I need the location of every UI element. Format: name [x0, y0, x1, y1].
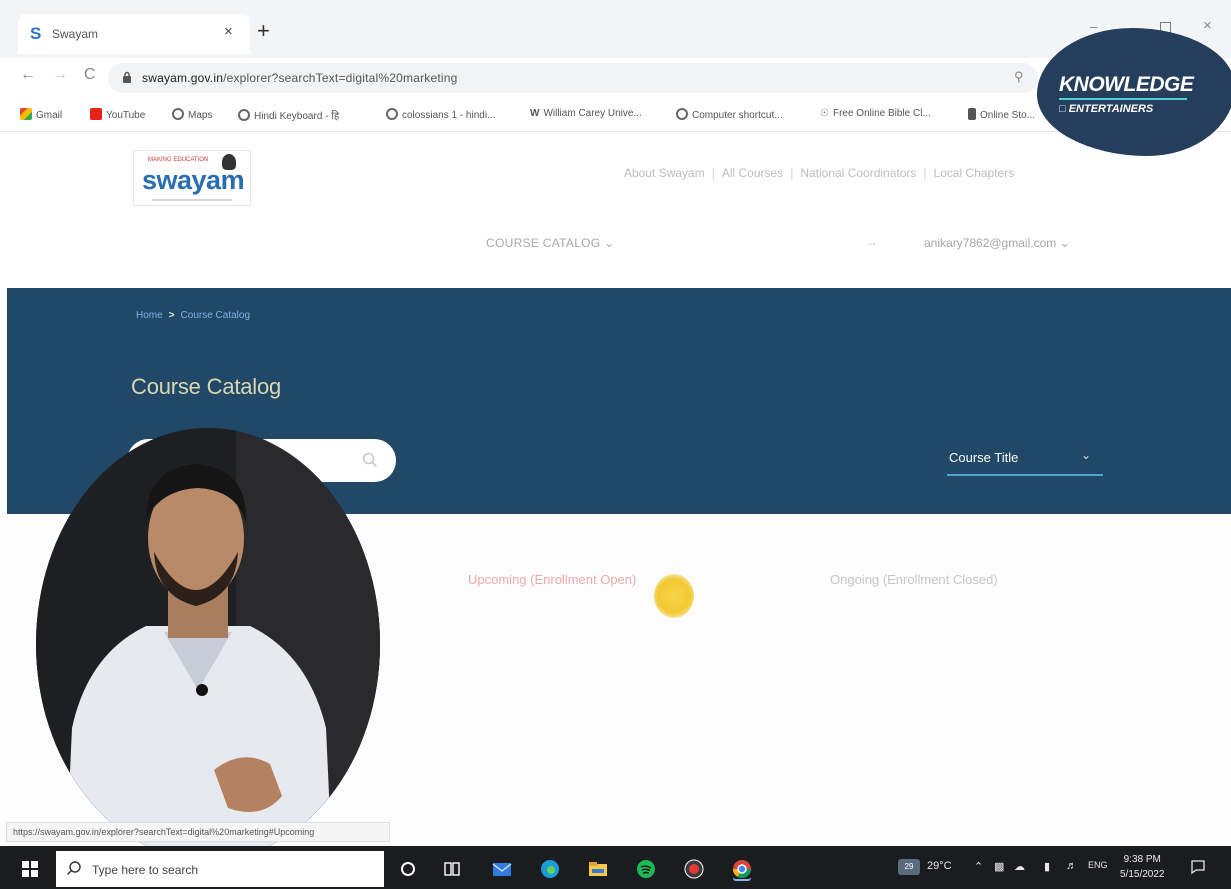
- search-icon: [67, 861, 81, 875]
- sort-selected-value: Course Title: [949, 450, 1019, 465]
- tray-network-icon[interactable]: ▩: [994, 860, 1004, 873]
- breadcrumb-home[interactable]: Home: [136, 310, 163, 321]
- watermark-subtitle: □ ENTERTAINERS: [1059, 103, 1154, 115]
- clock-date: 5/15/2022: [1120, 869, 1165, 880]
- spotify-icon[interactable]: [636, 859, 656, 879]
- bookmark-maps[interactable]: Maps: [172, 108, 212, 121]
- bookmark-youtube[interactable]: YouTube: [90, 108, 145, 121]
- swayam-logo[interactable]: MAKING EDUCATION swayam: [133, 150, 251, 206]
- zoom-icon[interactable]: ⚲: [1014, 69, 1024, 85]
- logo-text: swayam: [142, 165, 245, 195]
- tray-chevron-up-icon[interactable]: ⌃: [974, 860, 983, 873]
- top-nav-links: About Swayam | All Courses | National Coordi…: [624, 166, 1015, 180]
- chevron-down-icon: ⌄: [1059, 236, 1070, 250]
- watermark-title: KNOWLEDGE: [1059, 73, 1194, 96]
- youtube-icon: [90, 108, 102, 120]
- breadcrumb-current[interactable]: Course Catalog: [181, 310, 250, 321]
- bookmark-gmail[interactable]: Gmail: [20, 108, 62, 121]
- sort-by-select[interactable]: Course Title ⌄: [947, 446, 1103, 476]
- bookmark-computer-shortcut[interactable]: Computer shortcut...: [676, 108, 783, 121]
- screen: S Swayam × + – × ← → C swayam.gov.in/exp…: [0, 0, 1231, 889]
- clock-time: 9:38 PM: [1123, 854, 1161, 865]
- page-title: Course Catalog: [131, 374, 282, 399]
- windows-start-icon[interactable]: [22, 861, 38, 877]
- presenter-image: [36, 428, 380, 860]
- weather-temperature[interactable]: 29°C: [927, 860, 952, 872]
- windows-taskbar: Type here to search 29 29°C ⌃ ▩ ☁ ▮ ♬ EN…: [0, 846, 1231, 889]
- url-path: /explorer?searchText=digital%20marketing: [223, 71, 458, 85]
- search-icon[interactable]: [361, 451, 379, 469]
- globe-icon: [238, 109, 250, 121]
- new-tab-button[interactable]: +: [257, 18, 270, 44]
- swayam-favicon-icon: S: [30, 24, 42, 43]
- bulb-icon: ☉: [820, 108, 829, 119]
- nav-all-courses[interactable]: All Courses: [722, 166, 783, 180]
- presenter-webcam-overlay: [36, 428, 380, 860]
- nav-about-swayam[interactable]: About Swayam: [624, 166, 705, 180]
- site-header: MAKING EDUCATION swayam About Swayam | All…: [0, 132, 1231, 288]
- user-account-menu[interactable]: anikary7862@gmail.com ⌄: [924, 236, 1070, 250]
- logo-underline: [152, 199, 232, 201]
- tab-close-icon[interactable]: ×: [224, 23, 233, 40]
- bookmark-free-online-bible[interactable]: ☉ Free Online Bible Cl...: [820, 108, 931, 119]
- monitor-icon: □: [1059, 103, 1069, 115]
- globe-icon: [676, 108, 688, 120]
- forward-button[interactable]: →: [52, 66, 68, 84]
- doc-icon: [968, 108, 976, 120]
- taskbar-search-placeholder: Type here to search: [92, 863, 199, 877]
- taskbar-clock[interactable]: 9:38 PM 5/15/2022: [1120, 852, 1165, 882]
- weather-icon[interactable]: 29: [898, 859, 920, 875]
- nav-national-coordinators[interactable]: National Coordinators: [800, 166, 916, 180]
- edge-browser-icon[interactable]: [540, 859, 560, 879]
- window-close-button[interactable]: ×: [1203, 17, 1212, 34]
- tab-title: Swayam: [52, 27, 99, 41]
- w-icon: W: [530, 108, 540, 119]
- bookmark-william-carey[interactable]: W William Carey Unive...: [530, 108, 642, 119]
- lock-icon: [123, 71, 131, 83]
- arrow-right-icon[interactable]: →: [866, 235, 878, 249]
- task-view-icon[interactable]: [442, 859, 462, 879]
- address-bar[interactable]: swayam.gov.in/explorer?searchText=digita…: [108, 63, 1038, 93]
- tray-onedrive-icon[interactable]: ☁: [1014, 860, 1025, 873]
- taskbar-search-box[interactable]: Type here to search: [56, 851, 384, 887]
- breadcrumb: Home > Course Catalog: [136, 310, 250, 321]
- chevron-down-icon: ⌄: [1081, 448, 1092, 462]
- mail-icon[interactable]: [492, 859, 512, 879]
- notification-center-icon[interactable]: [1190, 859, 1206, 875]
- url-host: swayam.gov.in: [142, 71, 224, 85]
- cortana-icon[interactable]: [398, 859, 418, 879]
- mouse-cursor-highlight: [654, 574, 694, 618]
- reload-button[interactable]: C: [84, 66, 96, 84]
- browser-tab-swayam[interactable]: S Swayam ×: [18, 14, 250, 54]
- watermark-underline: [1059, 98, 1187, 100]
- bookmark-colossians[interactable]: colossians 1 - hindi...: [386, 108, 495, 121]
- chevron-down-icon: ⌄: [604, 236, 615, 250]
- nav-local-chapters[interactable]: Local Chapters: [934, 166, 1015, 180]
- tray-volume-icon[interactable]: ♬: [1066, 860, 1077, 872]
- back-button[interactable]: ←: [20, 66, 36, 84]
- bookmark-online-store[interactable]: Online Sto...: [968, 108, 1035, 121]
- tab-upcoming-enrollment-open[interactable]: Upcoming (Enrollment Open): [468, 572, 636, 587]
- tab-ongoing-enrollment-closed[interactable]: Ongoing (Enrollment Closed): [830, 572, 998, 587]
- chevron-right-icon: >: [168, 310, 175, 321]
- url-text: swayam.gov.in/explorer?searchText=digita…: [142, 71, 458, 85]
- chrome-browser-icon[interactable]: [732, 859, 752, 879]
- browser-tab-strip: S Swayam × + – ×: [0, 0, 1231, 58]
- gmail-icon: [20, 108, 32, 120]
- file-explorer-icon[interactable]: [588, 859, 608, 879]
- globe-icon: [386, 108, 398, 120]
- bookmark-hindi-keyboard[interactable]: Hindi Keyboard - हि: [238, 108, 339, 122]
- tray-battery-icon[interactable]: ▮: [1044, 860, 1050, 873]
- globe-icon: [172, 108, 184, 120]
- logo-tagline: MAKING EDUCATION: [148, 157, 209, 163]
- course-catalog-menu[interactable]: COURSE CATALOG ⌄: [486, 236, 614, 250]
- tray-language[interactable]: ENG: [1088, 860, 1108, 870]
- status-bar-url: https://swayam.gov.in/explorer?searchTex…: [6, 822, 390, 842]
- screen-recorder-icon[interactable]: [684, 859, 704, 879]
